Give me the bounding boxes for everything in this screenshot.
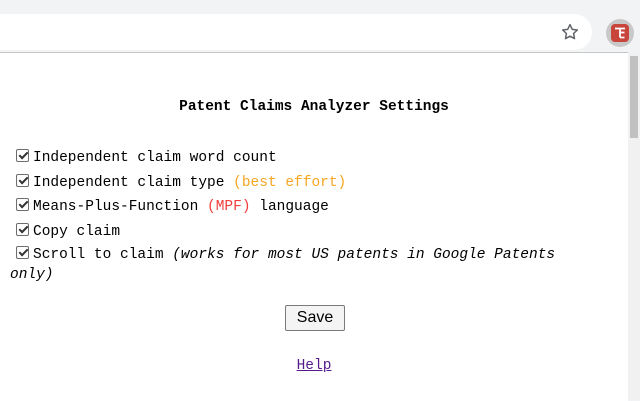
help-link[interactable]: Help: [297, 358, 332, 374]
claim-type-checkbox[interactable]: [16, 173, 29, 187]
option-label: Independent claim type: [33, 174, 225, 191]
copy-claim-checkbox[interactable]: [16, 222, 29, 236]
option-mpf: Means-Plus-Function (MPF) language: [10, 196, 600, 221]
scroll-to-claim-checkbox[interactable]: [16, 246, 29, 259]
option-label: Scroll to claim: [33, 247, 164, 263]
extension-popup: Patent Claims Analyzer Settings Independ…: [0, 52, 628, 401]
best-effort-note: (best effort): [233, 174, 347, 191]
mpf-checkbox[interactable]: [16, 198, 29, 211]
option-copy-claim: Copy claim: [10, 221, 600, 246]
patent-claims-analyzer-icon: [611, 24, 629, 42]
option-label-suffix: language: [259, 199, 329, 215]
word-count-checkbox[interactable]: [16, 149, 29, 162]
address-bar[interactable]: [0, 14, 592, 50]
save-button[interactable]: Save: [285, 305, 345, 331]
option-word-count: Independent claim word count: [10, 147, 600, 172]
settings-options: Independent claim word count Independent…: [10, 147, 600, 285]
option-label: Means-Plus-Function: [33, 199, 199, 215]
option-claim-type: Independent claim type (best effort): [10, 172, 600, 197]
scrollbar[interactable]: [628, 52, 640, 400]
scrollbar-thumb[interactable]: [630, 56, 638, 138]
star-outline-icon[interactable]: [558, 20, 582, 44]
page-title: Patent Claims Analyzer Settings: [179, 99, 449, 115]
option-scroll-to-claim: Scroll to claim (works for most US paten…: [10, 245, 600, 285]
option-label: Independent claim word count: [33, 150, 277, 166]
extension-button[interactable]: [606, 19, 634, 47]
option-label: Copy claim: [33, 223, 121, 240]
help-container: Help: [0, 358, 628, 374]
browser-toolbar: [0, 0, 640, 54]
mpf-highlight: (MPF): [207, 199, 251, 215]
